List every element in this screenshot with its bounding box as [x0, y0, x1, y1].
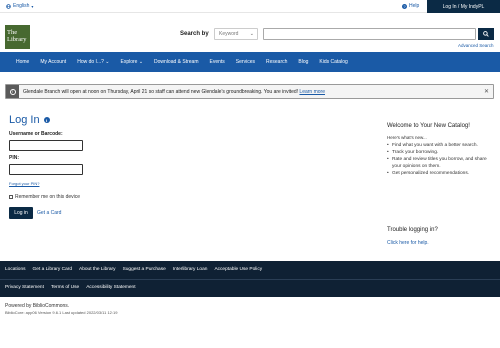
language-selector[interactable]: English ▾: [6, 3, 33, 9]
login-button[interactable]: Log in: [9, 207, 33, 219]
help-link[interactable]: ? Help: [402, 3, 419, 9]
utility-bar: English ▾ ? Help Log In / My IndyPL: [0, 0, 500, 13]
header: The Library Search by Keyword ⌄ Advanced…: [0, 13, 500, 52]
search-type-select[interactable]: Keyword ⌄: [214, 28, 258, 40]
remember-me-checkbox[interactable]: [9, 195, 13, 199]
chevron-down-icon: ⌄: [249, 31, 254, 37]
nav-item-download-stream[interactable]: Download & Stream: [154, 59, 198, 65]
username-label: Username or Barcode:: [9, 131, 63, 137]
nav-item-how-do-i[interactable]: How do I...? ⌄: [77, 59, 109, 65]
list-item: Get personalized recommendations.: [387, 170, 497, 177]
globe-icon: [6, 3, 11, 9]
footer-divider: [0, 279, 500, 280]
close-icon[interactable]: ✕: [484, 88, 489, 95]
login-my-account-button[interactable]: Log In / My IndyPL: [427, 0, 500, 13]
alert-message: Glendale Branch will open at noon on Thu…: [23, 89, 325, 95]
remember-me[interactable]: Remember me on this device: [9, 194, 80, 200]
info-icon[interactable]: i: [43, 117, 50, 123]
list-item: Rate and review titles you borrow, and s…: [387, 156, 497, 170]
list-item: Find what you want with a better search.: [387, 142, 497, 149]
pin-field[interactable]: [9, 164, 83, 175]
list-item: Track your borrowing.: [387, 149, 497, 156]
search-icon: [483, 31, 489, 37]
footer-link-accessibility[interactable]: Accessibility Statement: [86, 285, 135, 290]
logo-line-1: The: [7, 29, 18, 36]
login-title-text: Log In: [9, 114, 40, 126]
logo-line-2: Library: [7, 36, 27, 43]
footer-link-get-card[interactable]: Get a Library Card: [33, 267, 72, 272]
footer-links-row-2: Privacy Statement Terms of Use Accessibi…: [5, 285, 136, 290]
footer: Locations Get a Library Card About the L…: [0, 261, 500, 297]
forgot-pin-link[interactable]: Forgot your PIN?: [9, 181, 39, 186]
footer-link-acceptable-use[interactable]: Acceptable Use Policy: [214, 267, 262, 272]
nav-item-how-do-i-label: How do I...?: [77, 59, 104, 65]
footer-link-locations[interactable]: Locations: [5, 267, 26, 272]
welcome-intro: Here's what's new...: [387, 135, 427, 140]
advanced-search-link[interactable]: Advanced Search: [458, 43, 494, 48]
help-label: Help: [409, 3, 420, 9]
main-nav: Home My Account How do I...? ⌄ Explore ⌄…: [0, 52, 500, 72]
get-a-card-link[interactable]: Get a Card: [37, 210, 61, 216]
chevron-down-icon: ▾: [31, 3, 34, 9]
info-icon: !: [9, 88, 16, 95]
search-type-value: Keyword: [219, 31, 239, 37]
welcome-feature-list: Find what you want with a better search.…: [387, 142, 497, 177]
nav-item-events[interactable]: Events: [210, 59, 225, 65]
page-title: Log In i: [9, 114, 50, 126]
search-by-label: Search by: [180, 31, 209, 37]
pin-label: PIN:: [9, 155, 19, 161]
language-label: English: [13, 3, 30, 9]
alert-banner: ! Glendale Branch will open at noon on T…: [5, 84, 494, 99]
footer-link-interlibrary-loan[interactable]: Interlibrary Loan: [173, 267, 208, 272]
welcome-title: Welcome to Your New Catalog!: [387, 123, 470, 129]
trouble-logging-in-title: Trouble logging in?: [387, 227, 438, 233]
chevron-down-icon: ⌄: [138, 59, 144, 65]
nav-item-kids-catalog[interactable]: Kids Catalog: [319, 59, 347, 65]
powered-by-text: Powered by BiblioCommons.: [5, 303, 70, 309]
search-input[interactable]: [263, 28, 476, 40]
nav-item-explore-label: Explore: [120, 59, 138, 65]
nav-item-services[interactable]: Services: [236, 59, 255, 65]
version-text: BiblioCore: app06 Version 9.6.1 Last upd…: [5, 310, 118, 315]
search-button[interactable]: [478, 28, 494, 40]
chevron-down-icon: ⌄: [105, 59, 110, 65]
remember-me-label: Remember me on this device: [15, 194, 81, 200]
library-logo[interactable]: The Library: [5, 25, 30, 49]
footer-link-suggest-purchase[interactable]: Suggest a Purchase: [123, 267, 166, 272]
nav-item-home[interactable]: Home: [16, 59, 29, 65]
nav-item-research[interactable]: Research: [266, 59, 287, 65]
footer-links-row-1: Locations Get a Library Card About the L…: [5, 267, 262, 272]
footer-link-privacy[interactable]: Privacy Statement: [5, 285, 44, 290]
username-field[interactable]: [9, 140, 83, 151]
nav-item-my-account[interactable]: My Account: [40, 59, 66, 65]
help-link[interactable]: Click here for help.: [387, 240, 429, 246]
nav-item-blog[interactable]: Blog: [298, 59, 308, 65]
footer-link-about[interactable]: About the Library: [79, 267, 116, 272]
nav-item-explore[interactable]: Explore ⌄: [120, 59, 143, 65]
alert-icon-box: !: [6, 85, 19, 98]
footer-link-terms[interactable]: Terms of Use: [51, 285, 79, 290]
help-icon: ?: [402, 3, 407, 9]
learn-more-link[interactable]: Learn more: [299, 89, 325, 95]
alert-text: Glendale Branch will open at noon on Thu…: [23, 88, 299, 95]
